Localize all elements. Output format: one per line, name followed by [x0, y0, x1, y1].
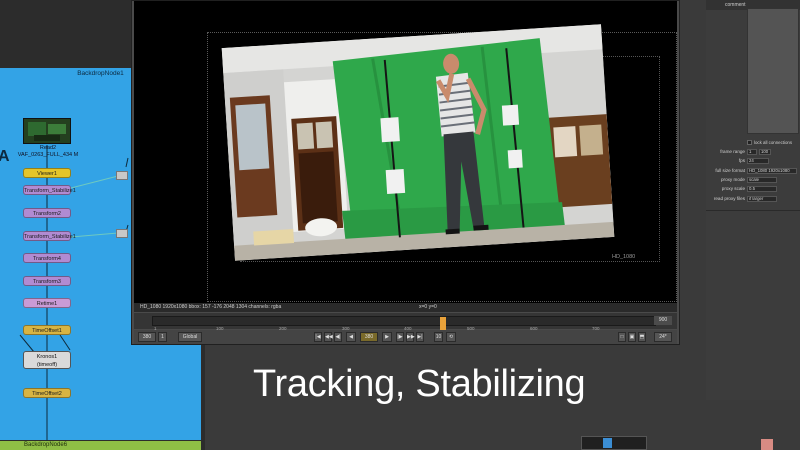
proxy-mode-row: proxy mode scale — [706, 176, 800, 183]
frame-range-row: frame range 1 100 — [706, 148, 800, 155]
proxy-scale-label: proxy scale — [721, 186, 745, 191]
kronos-node[interactable]: Kronos1 (timeoff) — [23, 351, 71, 369]
transform-node[interactable]: Transform_Stabilize1 — [23, 231, 76, 241]
timeline-playhead[interactable] — [440, 317, 446, 331]
mini-toolbar-button[interactable] — [603, 438, 612, 448]
viewer-window[interactable]: HD_1080 HD_1080 1920x1080 bbox: 157 -176… — [131, 0, 680, 345]
fps-row: fps 24 — [706, 157, 800, 164]
viewer-info-bar: HD_1080 1920x1080 bbox: 157 -176 2048 13… — [134, 303, 677, 312]
backdrop-title: BackdropNode6 — [24, 442, 68, 448]
properties-panel[interactable]: comment lock all connections frame range… — [706, 0, 800, 450]
proxy-mode-dropdown[interactable]: scale — [747, 176, 777, 183]
read-thumbnail-icon — [24, 119, 70, 143]
kronos-sublabel: (timeoff) — [36, 362, 58, 368]
current-frame-field[interactable]: 380 — [360, 332, 378, 342]
status-format-info: HD_1080 1920x1080 bbox: 157 -176 2048 13… — [140, 304, 282, 310]
greenscreen-image — [221, 24, 615, 261]
read-proxy-files-dropdown[interactable]: if larger — [747, 195, 777, 202]
read-node-file: VAF_0263_FULL_434 M — [17, 151, 79, 158]
timeline-end-frame[interactable]: 900 — [654, 316, 672, 325]
flipbook-icon[interactable]: ▣ — [628, 332, 636, 342]
proxy-scale-row: proxy scale 0.5 — [706, 185, 800, 192]
play-forward-button[interactable]: ▶ — [382, 332, 392, 342]
read-node-thumbnail[interactable] — [23, 118, 71, 144]
viewer-image — [221, 24, 615, 261]
fps-label: fps — [738, 158, 745, 163]
playback-controls: 380 1 Global |◀ ◀◀ ◀| ◀ 380 ▶ |▶ ▶▶ ▶| 1… — [134, 330, 677, 344]
step-back-button[interactable]: ◀| — [334, 332, 342, 342]
next-keyframe-button[interactable]: ▶▶ — [406, 332, 415, 342]
range-mode-dropdown[interactable]: Global — [178, 332, 202, 342]
render-icon[interactable]: ⬒ — [638, 332, 646, 342]
mini-toolbar[interactable] — [581, 436, 647, 450]
format-label: HD_1080 — [612, 254, 636, 260]
frame-range-start-input[interactable]: 1 — [747, 148, 757, 155]
viewer-viewport[interactable]: HD_1080 — [134, 1, 677, 303]
viewer-node[interactable]: Viewer1 — [23, 168, 71, 178]
timeoffset-node[interactable]: TimeOffset2 — [23, 388, 71, 398]
node-stub[interactable] — [116, 171, 128, 180]
zoom-field[interactable]: 1 — [158, 332, 167, 342]
lock-connections-row: lock all connections — [706, 139, 800, 146]
lock-connections-label: lock all connections — [754, 140, 793, 145]
retime-node[interactable]: Retime1 — [23, 298, 71, 308]
timeoffset-node[interactable]: TimeOffset1 — [23, 325, 71, 335]
read-proxy-files-row: read proxy files if larger — [706, 195, 800, 202]
properties-divider — [706, 210, 800, 211]
video-caption: Tracking, Stabilizing — [253, 363, 586, 405]
full-size-format-label: full size format — [715, 168, 745, 173]
node-stub[interactable] — [116, 229, 128, 238]
transform-node[interactable]: Transform_Stabilize1 — [23, 185, 76, 195]
proxy-scale-input[interactable]: 0.5 — [747, 185, 777, 192]
kronos-label: Kronos1 — [36, 354, 58, 360]
comment-textarea[interactable] — [747, 8, 799, 134]
loop-mode-button[interactable]: ⟲ — [446, 332, 456, 342]
full-size-format-row: full size format HD_1080 1920x1080 — [706, 167, 800, 174]
frame-range-end-input[interactable]: 100 — [759, 148, 771, 155]
timeline-track[interactable] — [152, 316, 656, 331]
playback-option-icon[interactable]: □ — [618, 332, 626, 342]
proxy-mode-label: proxy mode — [720, 177, 745, 182]
read-node-label: Read2 VAF_0263_FULL_434 M — [12, 145, 84, 158]
last-frame-button[interactable]: ▶| — [416, 332, 424, 342]
status-coordinates: x=0 y=0 — [419, 304, 437, 310]
increment-field[interactable]: 10 — [434, 332, 443, 342]
read-proxy-files-label: read proxy files — [713, 196, 745, 201]
frame-field[interactable]: 380 — [138, 332, 156, 342]
comment-label: comment — [725, 2, 746, 8]
properties-empty-area — [706, 400, 800, 450]
fps-input[interactable]: 24 — [747, 157, 769, 164]
fps-field[interactable]: 24* — [654, 332, 672, 342]
prev-keyframe-button[interactable]: ◀◀ — [324, 332, 333, 342]
first-frame-button[interactable]: |◀ — [314, 332, 322, 342]
lock-connections-checkbox[interactable] — [747, 140, 752, 145]
transform-node[interactable]: Transform3 — [23, 276, 71, 286]
timeline-bar[interactable]: 1 100 200 300 400 500 600 700 900 — [134, 313, 677, 331]
transform-node[interactable]: Transform4 — [23, 253, 71, 263]
play-backward-button[interactable]: ◀ — [346, 332, 356, 342]
frame-range-label: frame range — [720, 149, 745, 154]
full-size-format-dropdown[interactable]: HD_1080 1920x1080 — [747, 167, 797, 174]
transform-node[interactable]: Transform2 — [23, 208, 71, 218]
step-forward-button[interactable]: |▶ — [396, 332, 404, 342]
status-indicator — [761, 439, 773, 450]
